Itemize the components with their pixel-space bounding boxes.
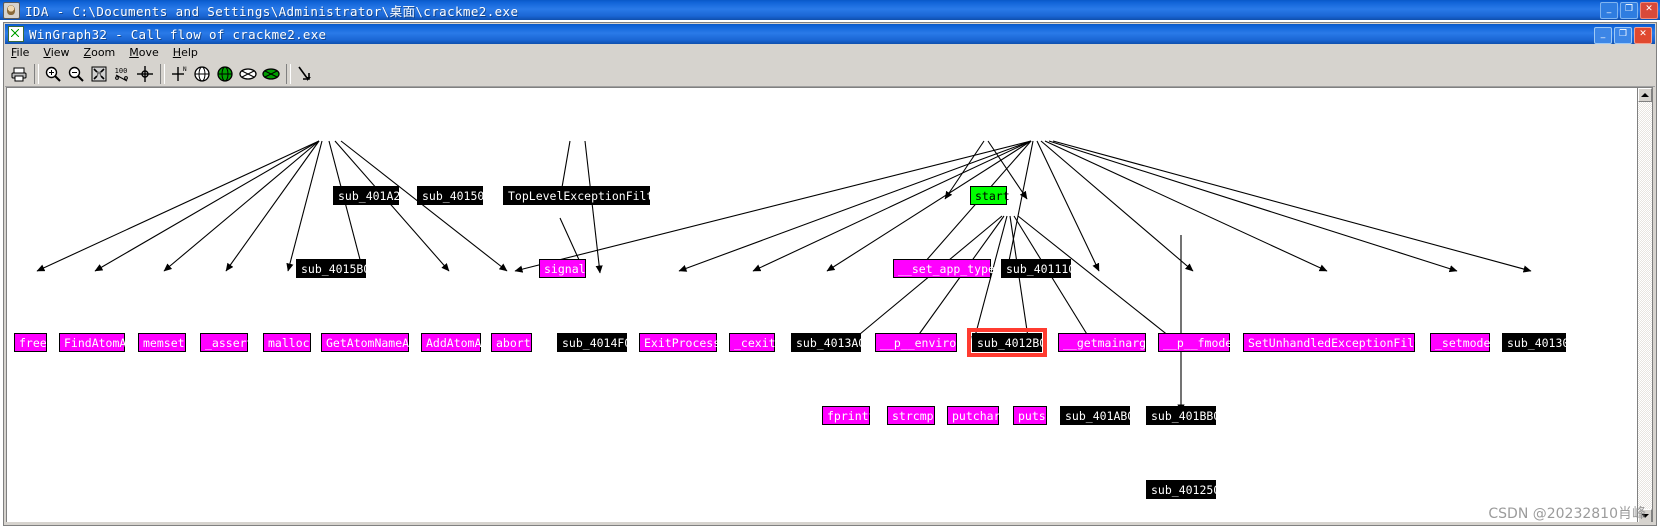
menu-move-accel: M: [129, 46, 139, 59]
wingraph-window-title: WinGraph32 - Call flow of crackme2.exe: [29, 26, 327, 42]
menu-item-view[interactable]: View: [43, 46, 69, 59]
toolbar-separator-1: [34, 63, 39, 84]
wingraph-close-button[interactable]: ✕: [1634, 27, 1652, 44]
arrow-down-right-icon[interactable]: [294, 63, 316, 85]
graph-node-memset[interactable]: memset: [138, 333, 186, 352]
ellipse-green-icon[interactable]: [260, 63, 282, 85]
ida-window-controls: _ ❐ ✕: [1600, 2, 1658, 19]
screen: IDA - C:\Documents and Settings\Administ…: [0, 0, 1660, 529]
graph-node-sub_401500[interactable]: sub_401500: [417, 186, 491, 205]
graph-node-setunhandledexceptionfilter[interactable]: SetUnhandledExceptionFilter: [1243, 333, 1435, 352]
scrollbar-track[interactable]: [1638, 102, 1652, 509]
ida-minimize-button[interactable]: _: [1600, 2, 1618, 19]
svg-text:M: M: [97, 71, 101, 78]
menu-file-rest: ile: [16, 46, 30, 59]
graph-node-cexit[interactable]: _cexit: [729, 333, 776, 352]
graph-node-free[interactable]: free: [14, 333, 47, 352]
toolbar: M 100 N: [5, 61, 1655, 87]
graph-node-sub_401AB0[interactable]: sub_401AB0: [1060, 406, 1134, 425]
menu-zoom-accel: Z: [83, 46, 92, 59]
svg-text:100: 100: [115, 67, 128, 75]
globe-green-icon[interactable]: [214, 63, 236, 85]
ida-app-icon: [3, 1, 20, 19]
menu-bar: File View Zoom Move Help: [5, 44, 1655, 61]
fit-window-icon[interactable]: M: [88, 63, 110, 85]
print-icon[interactable]: [8, 63, 30, 85]
graph-node-addatoma[interactable]: AddAtomA: [421, 333, 481, 352]
graph-node-set_app_type[interactable]: __set_app_type: [893, 259, 995, 278]
ellipse-icon[interactable]: [237, 63, 259, 85]
wingraph-maximize-button[interactable]: ❐: [1614, 27, 1632, 44]
menu-help-accel: H: [172, 46, 182, 59]
graph-node-abort[interactable]: abort: [491, 333, 532, 352]
graph-node-sub_401250[interactable]: sub_401250: [1146, 480, 1220, 499]
minimize-icon: _: [1600, 29, 1606, 39]
menu-move-rest: ove: [138, 46, 159, 59]
graph-node-exitprocess[interactable]: ExitProcess: [639, 333, 720, 352]
graph-node-p_environ[interactable]: __p__environ: [875, 333, 963, 352]
menu-item-move[interactable]: Move: [129, 46, 159, 59]
zoom-out-icon[interactable]: [65, 63, 87, 85]
graph-node-sub_401300[interactable]: sub_40130: [1502, 333, 1569, 352]
maximize-icon: ❐: [1618, 29, 1628, 39]
graph-node-getatomnamea[interactable]: GetAtomNameA: [321, 333, 409, 352]
scroll-up-icon[interactable]: [1638, 88, 1652, 102]
graph-node-signal[interactable]: signal: [539, 259, 586, 278]
zoom-100-icon[interactable]: 100: [111, 63, 133, 85]
menu-help-rest: elp: [181, 46, 198, 59]
close-icon: ✕: [1639, 29, 1647, 39]
zoom-in-icon[interactable]: [42, 63, 64, 85]
wingraph-window-controls: _ ❐ ✕: [1594, 27, 1652, 44]
graph-node-sub_4014F0[interactable]: sub_4014F0: [557, 333, 631, 352]
graph-node-malloc[interactable]: malloc: [263, 333, 311, 352]
graph-node-sub_4013A0[interactable]: sub_4013A0: [791, 333, 865, 352]
globe-icon[interactable]: [191, 63, 213, 85]
menu-view-rest: iew: [50, 46, 70, 59]
watermark: CSDN @20232810肖峰: [1488, 506, 1646, 522]
graph-canvas[interactable]: sub_401A20 sub_401500 TopLevelExceptionF…: [6, 87, 1642, 524]
menu-item-zoom[interactable]: Zoom: [84, 46, 116, 59]
graph-node-assert[interactable]: _assert: [200, 333, 253, 352]
graph-node-fprintf[interactable]: fprintf: [822, 406, 875, 425]
graph-node-sub_401BB0[interactable]: sub_401BB0: [1146, 406, 1220, 425]
center-icon[interactable]: [134, 63, 156, 85]
arrow-up-glyph: [1641, 93, 1649, 97]
ida-maximize-button[interactable]: ❐: [1620, 2, 1638, 19]
menu-zoom-rest: oom: [91, 46, 116, 59]
move-north-icon[interactable]: N: [168, 63, 190, 85]
svg-text:N: N: [183, 66, 187, 73]
graph-node-p_fmode[interactable]: __p__fmode: [1158, 333, 1232, 352]
vertical-scrollbar[interactable]: [1637, 87, 1653, 524]
toolbar-separator-3: [286, 63, 291, 84]
menu-item-help[interactable]: Help: [173, 46, 198, 59]
graph-node-sub_401110[interactable]: sub_401110: [1001, 259, 1075, 278]
graph-node-puts[interactable]: puts: [1013, 406, 1047, 425]
ida-close-button[interactable]: ✕: [1640, 2, 1658, 19]
status-bar: [5, 522, 1655, 524]
ida-title-bar: IDA - C:\Documents and Settings\Administ…: [0, 0, 1660, 20]
graph-node-sub_4012B0-selected[interactable]: sub_4012B0: [967, 328, 1047, 357]
call-flow-graph: sub_401A20 sub_401500 TopLevelExceptionF…: [7, 88, 1642, 523]
wingraph-icon: [8, 26, 24, 42]
ida-window-title: IDA - C:\Documents and Settings\Administ…: [25, 3, 519, 19]
wingraph-title-bar: WinGraph32 - Call flow of crackme2.exe _…: [5, 24, 1655, 44]
graph-node-setmode[interactable]: _setmode: [1430, 333, 1490, 352]
graph-node-findatoma[interactable]: FindAtomA: [59, 333, 126, 352]
graph-node-getmainargs[interactable]: __getmainargs: [1058, 333, 1153, 352]
graph-node-sub_4015B0[interactable]: sub_4015B0: [296, 259, 370, 278]
wingraph-window: WinGraph32 - Call flow of crackme2.exe _…: [3, 22, 1657, 526]
graph-node-start[interactable]: start: [970, 186, 1010, 205]
wingraph-minimize-button[interactable]: _: [1594, 27, 1612, 44]
graph-node-strcmp[interactable]: strcmp: [887, 406, 935, 425]
graph-edges: [36, 140, 1532, 413]
graph-node-toplevelexceptionfilter[interactable]: TopLevelExceptionFilter: [503, 186, 667, 205]
graph-node-sub_401A20[interactable]: sub_401A20: [333, 186, 407, 205]
graph-node-putchar[interactable]: putchar: [947, 406, 1000, 425]
toolbar-separator-2: [160, 63, 165, 84]
menu-view-accel: V: [43, 46, 51, 59]
menu-item-file[interactable]: File: [11, 46, 29, 59]
